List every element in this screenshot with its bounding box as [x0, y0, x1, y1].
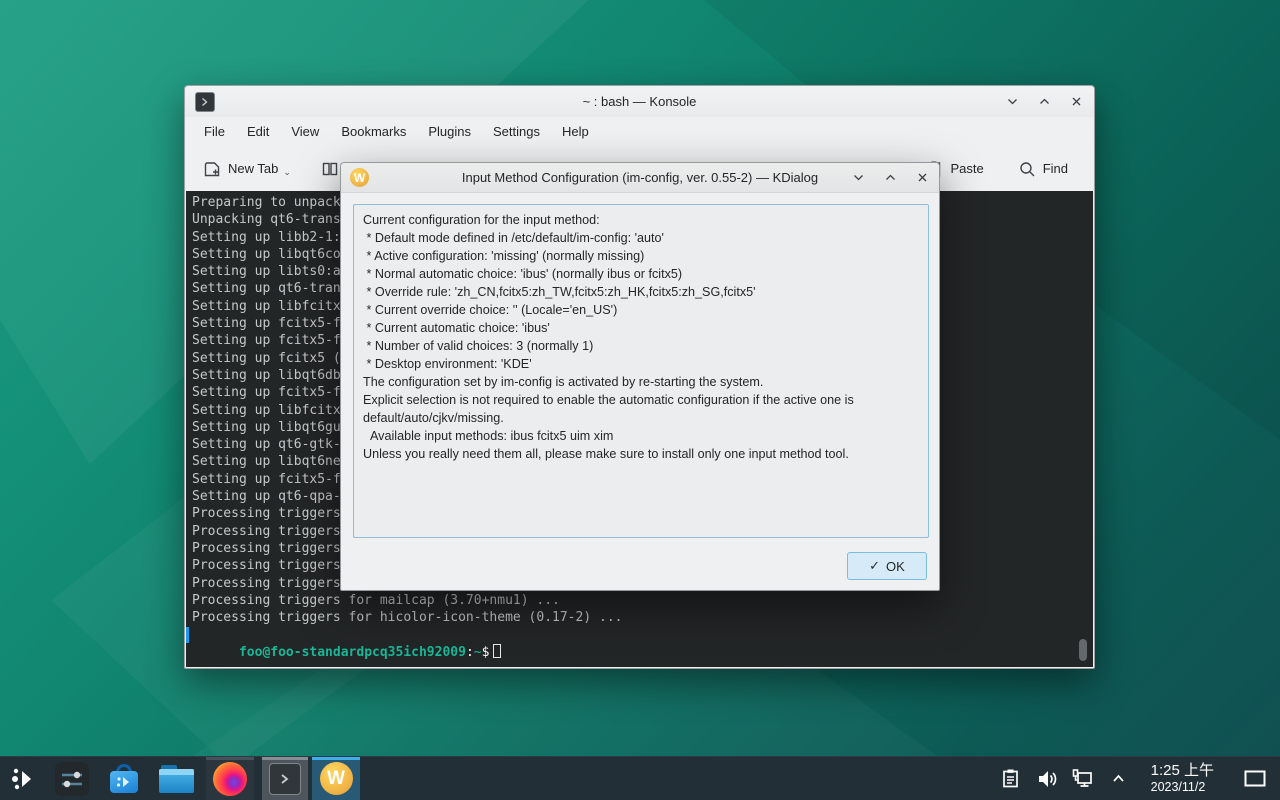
- konsole-menubar: File Edit View Bookmarks Plugins Setting…: [185, 117, 1094, 146]
- dialog-text-line: The configuration set by im-config is ac…: [363, 373, 919, 391]
- menu-help[interactable]: Help: [551, 120, 600, 143]
- split-view-icon: [321, 160, 339, 178]
- terminal-line: Processing triggers for hicolor-icon-the…: [192, 609, 1093, 626]
- kde-launcher-icon: [9, 764, 39, 794]
- clock-date: 2023/11/2: [1151, 780, 1214, 794]
- taskbar: W: [0, 756, 1280, 800]
- menu-settings[interactable]: Settings: [482, 120, 551, 143]
- prompt-colon: :: [466, 645, 474, 660]
- menu-plugins[interactable]: Plugins: [417, 120, 482, 143]
- system-tray: 1:25 上午 2023/11/2: [999, 757, 1280, 800]
- terminal-line: Processing triggers for mailcap (3.70+nm…: [192, 592, 1093, 609]
- menu-view[interactable]: View: [280, 120, 330, 143]
- dialog-text-line: * Active configuration: 'missing' (norma…: [363, 247, 919, 265]
- prompt-marker: [186, 627, 189, 643]
- taskbar-task-im-config[interactable]: W: [312, 757, 360, 800]
- dialog-text-line: * Default mode defined in /etc/default/i…: [363, 229, 919, 247]
- minimize-icon[interactable]: [1004, 94, 1020, 110]
- konsole-app-icon: [195, 92, 215, 112]
- new-tab-button[interactable]: New Tab ⌄: [199, 154, 295, 184]
- dialog-message-box: Current configuration for the input meth…: [353, 204, 929, 538]
- menu-file[interactable]: File: [193, 120, 236, 143]
- taskbar-task-konsole[interactable]: [262, 757, 308, 800]
- system-settings-icon: [55, 762, 89, 796]
- window-title: ~ : bash — Konsole: [185, 94, 1094, 109]
- dialog-text-line: * Normal automatic choice: 'ibus' (norma…: [363, 265, 919, 283]
- folder-icon: [159, 765, 194, 793]
- maximize-icon[interactable]: [1036, 94, 1052, 110]
- chevron-down-icon: ⌄: [283, 167, 291, 178]
- terminal-cursor: [493, 644, 501, 658]
- find-label: Find: [1043, 161, 1068, 176]
- kdialog-window: W Input Method Configuration (im-config,…: [340, 162, 940, 591]
- im-config-icon: W: [350, 168, 369, 187]
- prompt-dollar: $: [482, 645, 490, 660]
- taskbar-task-firefox[interactable]: [206, 757, 254, 800]
- new-tab-icon: [203, 160, 221, 178]
- show-desktop-button[interactable]: [1240, 757, 1270, 800]
- terminal-prompt-line: foo@foo-standardpcq35ich92009:~$: [192, 626, 1093, 667]
- clipboard-tray-icon[interactable]: [999, 767, 1023, 791]
- find-button[interactable]: Find: [1014, 154, 1072, 184]
- im-config-icon: W: [320, 762, 353, 795]
- ok-button-label: OK: [886, 559, 905, 574]
- prompt-tilde: ~: [474, 645, 482, 660]
- dialog-text-line: Unless you really need them all, please …: [363, 445, 919, 463]
- discover-button[interactable]: [100, 757, 148, 800]
- digital-clock[interactable]: 1:25 上午 2023/11/2: [1143, 763, 1222, 794]
- close-icon[interactable]: [914, 170, 930, 186]
- dialog-text-line: * Desktop environment: 'KDE': [363, 355, 919, 373]
- close-icon[interactable]: [1068, 94, 1084, 110]
- show-desktop-icon: [1243, 769, 1267, 789]
- dialog-text-line: * Current override choice: '' (Locale='e…: [363, 301, 919, 319]
- app-launcher-button[interactable]: [0, 757, 48, 800]
- minimize-icon[interactable]: [850, 170, 866, 186]
- dialog-text-line: Current configuration for the input meth…: [363, 211, 919, 229]
- dialog-text-line: Explicit selection is not required to en…: [363, 391, 919, 427]
- dialog-text-line: * Override rule: 'zh_CN,fcitx5:zh_TW,fci…: [363, 283, 919, 301]
- volume-tray-icon[interactable]: [1035, 767, 1059, 791]
- dialog-text-line: Available input methods: ibus fcitx5 uim…: [363, 427, 919, 445]
- dialog-text-line: * Current automatic choice: 'ibus': [363, 319, 919, 337]
- discover-icon: [109, 764, 139, 794]
- prompt-user-host: foo@foo-standardpcq35ich92009: [239, 645, 466, 660]
- kdialog-titlebar[interactable]: W Input Method Configuration (im-config,…: [341, 163, 939, 193]
- konsole-titlebar[interactable]: ~ : bash — Konsole: [185, 86, 1094, 117]
- network-tray-icon[interactable]: [1071, 767, 1095, 791]
- menu-bookmarks[interactable]: Bookmarks: [330, 120, 417, 143]
- tray-expander-chevron-icon[interactable]: [1107, 767, 1131, 791]
- firefox-icon: [213, 762, 247, 796]
- menu-edit[interactable]: Edit: [236, 120, 280, 143]
- konsole-icon: [269, 763, 301, 795]
- ok-button[interactable]: ✓ OK: [847, 552, 927, 580]
- search-icon: [1018, 160, 1036, 178]
- maximize-icon[interactable]: [882, 170, 898, 186]
- clock-time: 1:25 上午: [1151, 763, 1214, 780]
- terminal-scrollbar[interactable]: [1079, 639, 1087, 661]
- check-icon: ✓: [869, 558, 880, 574]
- dolphin-button[interactable]: [152, 757, 200, 800]
- paste-label: Paste: [950, 161, 983, 176]
- system-settings-button[interactable]: [48, 757, 96, 800]
- new-tab-label: New Tab: [228, 161, 278, 176]
- dialog-text-line: * Number of valid choices: 3 (normally 1…: [363, 337, 919, 355]
